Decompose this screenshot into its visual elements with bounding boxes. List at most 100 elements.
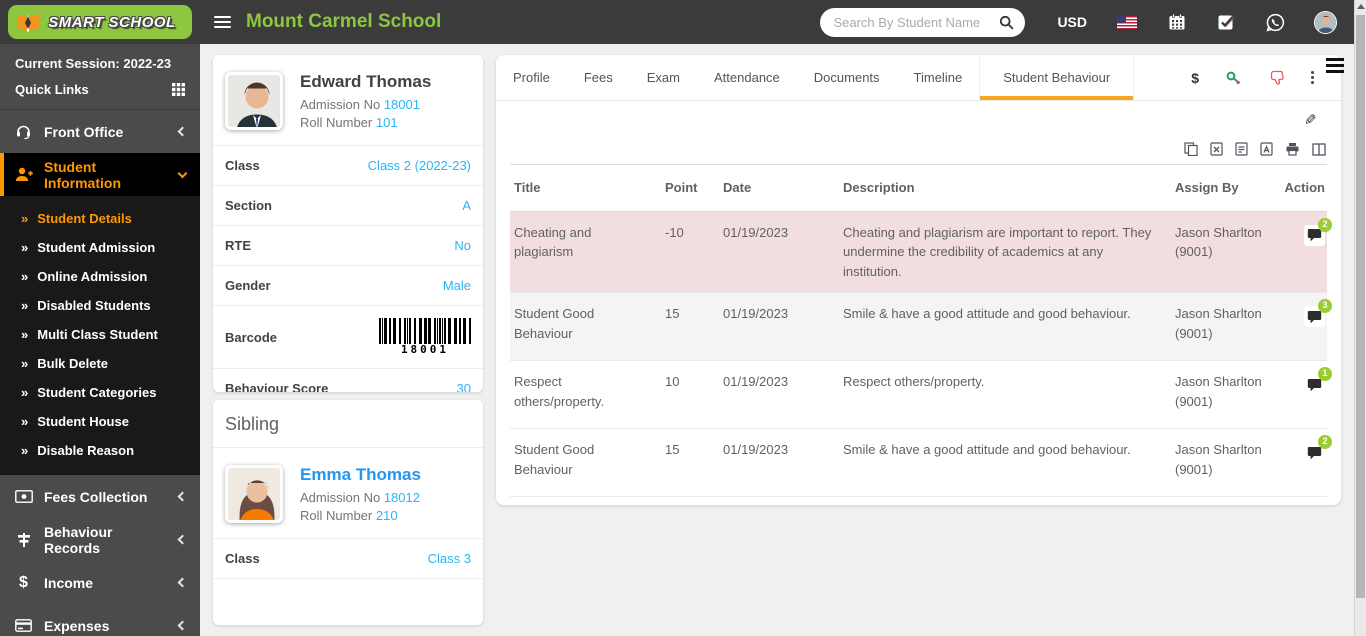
tab[interactable]: Attendance — [697, 55, 797, 100]
cell-description: Cheating and plagiarism are important to… — [843, 224, 1152, 279]
more-options-icon[interactable] — [1311, 71, 1314, 84]
comments-button[interactable]: 1 — [1304, 367, 1332, 395]
export-toolbar — [496, 138, 1341, 164]
info-label: Class — [225, 550, 260, 566]
submenu-item[interactable]: Disable Reason — [0, 436, 200, 465]
double-chevron-icon — [21, 240, 28, 255]
sidebar-item-front-office[interactable]: Front Office — [0, 110, 200, 153]
tab[interactable]: Documents — [797, 55, 897, 100]
currency-selector[interactable]: USD — [1057, 14, 1087, 30]
double-chevron-icon — [21, 211, 28, 226]
tab[interactable]: Fees — [567, 55, 630, 100]
double-chevron-icon — [21, 298, 28, 313]
table-body: Cheating and plagiarism -10 01/19/2023 C… — [510, 211, 1332, 497]
sidebar-item-label: Student Information — [44, 158, 121, 191]
calendar-icon[interactable] — [1168, 13, 1186, 31]
column-header-assign-by: Assign By — [1175, 180, 1239, 195]
main-content: Edward Thomas Admission No 18001 Roll Nu… — [200, 44, 1354, 636]
panel-menu-icon[interactable] — [1326, 55, 1344, 100]
sibling-section-title: Sibling — [213, 400, 483, 448]
scroll-up-arrow[interactable] — [1355, 0, 1366, 13]
excel-export-icon[interactable] — [1210, 142, 1223, 156]
sidebar-item-label: Front Office — [44, 123, 124, 140]
submenu-item[interactable]: Multi Class Student — [0, 320, 200, 349]
search-icon[interactable] — [999, 15, 1014, 30]
sidebar-item-expenses[interactable]: Expenses — [0, 604, 200, 636]
double-chevron-icon — [21, 385, 28, 400]
tasks-icon[interactable] — [1217, 13, 1235, 31]
print-icon[interactable] — [1285, 142, 1300, 156]
sibling-name-link[interactable]: Emma Thomas — [300, 465, 421, 485]
submenu-item[interactable]: Student Categories — [0, 378, 200, 407]
submenu-item[interactable]: Bulk Delete — [0, 349, 200, 378]
cell-date: 01/19/2023 — [723, 306, 789, 321]
comment-icon — [1307, 378, 1322, 391]
sidebar-item-income[interactable]: Income — [0, 561, 200, 604]
sibling-photo — [225, 464, 283, 523]
sidebar-item-fees-collection[interactable]: Fees Collection — [0, 475, 200, 518]
user-avatar[interactable] — [1314, 10, 1337, 34]
edit-pencil-icon[interactable] — [1304, 111, 1317, 129]
tab[interactable]: Profile — [496, 55, 567, 100]
submenu-item[interactable]: Student Details — [0, 204, 200, 233]
scrollbar-thumb[interactable] — [1356, 15, 1365, 598]
cell-description: Smile & have a good attitude and good be… — [843, 442, 1131, 457]
csv-export-icon[interactable] — [1235, 142, 1248, 156]
chevron-left-icon — [177, 126, 188, 137]
sibling-admission-line: Admission No 18012 — [300, 489, 420, 505]
submenu-item-label: Disable Reason — [37, 443, 135, 458]
cell-point: 10 — [665, 374, 680, 389]
student-info-row: Gender Male — [213, 265, 483, 305]
sidebar-item-behaviour-records[interactable]: Behaviour Records — [0, 518, 200, 561]
double-chevron-icon — [21, 269, 28, 284]
cell-title: Student Good Behaviour — [514, 442, 595, 477]
comments-button[interactable]: 2 — [1304, 435, 1332, 463]
comments-button[interactable]: 3 — [1304, 299, 1332, 327]
chevron-down-icon — [177, 168, 188, 178]
sidebar-toggle-button[interactable] — [214, 13, 231, 31]
info-label: Behaviour Score — [225, 381, 329, 392]
search-input[interactable] — [833, 14, 1000, 30]
student-name: Edward Thomas — [300, 72, 432, 91]
money-icon — [14, 490, 33, 503]
submenu-item-label: Bulk Delete — [37, 356, 109, 371]
cell-title: Respect others/property. — [514, 374, 605, 409]
chevron-left-icon — [177, 534, 188, 545]
thumbs-down-icon[interactable] — [1269, 70, 1284, 85]
app-logo[interactable]: SMART SCHOOL — [8, 5, 192, 39]
user-plus-icon — [14, 167, 33, 182]
submenu-item[interactable]: Disabled Students — [0, 291, 200, 320]
whatsapp-icon[interactable] — [1266, 13, 1285, 32]
student-info-row: Class Class 2 (2022-23) — [213, 145, 483, 185]
comment-icon — [1307, 310, 1322, 323]
tab[interactable]: Exam — [630, 55, 697, 100]
barcode-number: 18001 — [400, 343, 450, 356]
tab[interactable]: Student Behaviour — [979, 55, 1135, 100]
language-flag-icon[interactable] — [1117, 15, 1137, 29]
submenu-item[interactable]: Student House — [0, 407, 200, 436]
column-visibility-icon[interactable] — [1312, 142, 1326, 156]
login-key-icon[interactable] — [1226, 71, 1242, 85]
student-search — [820, 7, 1026, 37]
current-session-label: Current Session: 2022-23 — [15, 56, 172, 71]
chevron-left-icon — [177, 620, 188, 631]
submenu-item-label: Disabled Students — [37, 298, 151, 313]
cell-description: Respect others/property. — [843, 374, 985, 389]
top-header: SMART SCHOOL Mount Carmel School USD — [0, 0, 1354, 44]
tab[interactable]: Timeline — [897, 55, 980, 100]
double-chevron-icon — [21, 327, 28, 342]
sidebar-item-student-information[interactable]: Student Information — [0, 153, 200, 196]
fees-dollar-icon[interactable]: $ — [1191, 70, 1199, 86]
copy-icon[interactable] — [1184, 142, 1198, 156]
pdf-export-icon[interactable] — [1260, 142, 1273, 156]
vertical-scrollbar[interactable] — [1354, 0, 1366, 636]
info-value: A — [462, 198, 471, 213]
cell-action: 1 — [1278, 361, 1332, 428]
submenu-item[interactable]: Student Admission — [0, 233, 200, 262]
comments-button[interactable]: 2 — [1304, 217, 1332, 246]
info-label: RTE — [225, 238, 251, 253]
cell-action: 3 — [1278, 293, 1332, 360]
submenu-item[interactable]: Online Admission — [0, 262, 200, 291]
cell-date: 01/19/2023 — [723, 374, 789, 389]
quick-links[interactable]: Quick Links — [0, 73, 200, 110]
